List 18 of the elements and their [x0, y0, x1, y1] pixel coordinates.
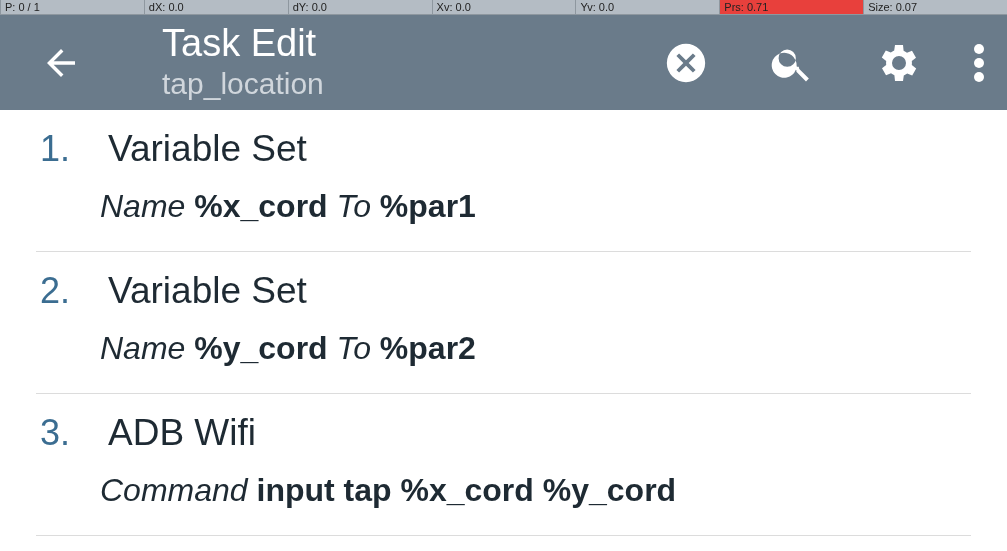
action-number: 3.	[39, 412, 72, 454]
action-name[interactable]: Variable Set	[108, 270, 307, 312]
action-name[interactable]: ADB Wifi	[108, 412, 256, 454]
pointer-reading: dY: 0.0	[287, 0, 432, 14]
pointer-reading: P: 0 / 1	[0, 0, 144, 14]
action-number: 1.	[39, 128, 72, 170]
action-name[interactable]: Variable Set	[108, 128, 307, 170]
action-number: 2.	[39, 270, 72, 312]
action-parameters: Name %x_cord To %par1	[100, 188, 477, 225]
pointer-reading: Xv: 0.0	[431, 0, 576, 14]
action-parameters: Name %y_cord To %par2	[100, 330, 477, 367]
action-parameters: Command input tap %x_cord %y_cord	[100, 472, 678, 509]
more-options-icon[interactable]	[973, 42, 985, 83]
toolbar-title: Task Edit	[162, 22, 318, 63]
toolbar-subtitle: tap_location	[162, 65, 325, 102]
pointer-reading: dX: 0.0	[143, 0, 288, 14]
pointer-reading: Size: 0.07	[863, 0, 1007, 14]
pointer-reading: Prs: 0.71	[719, 0, 864, 14]
